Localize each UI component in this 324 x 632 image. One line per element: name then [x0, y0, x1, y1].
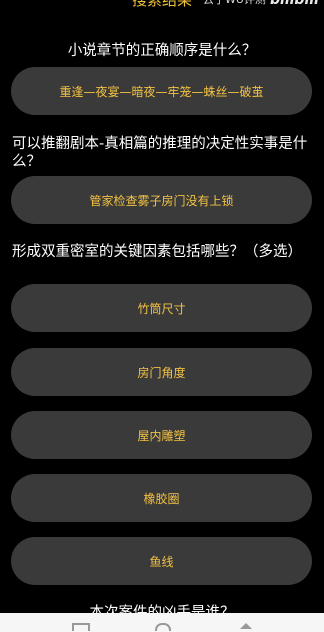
option-label: 鱼线 — [149, 554, 174, 569]
question-1-title: 小说章节的正确顺序是什么？ — [67, 43, 257, 59]
search-result-label: 搜索结果 — [132, 0, 193, 9]
option-label: 屋内雕塑 — [137, 428, 186, 443]
back-icon[interactable] — [240, 623, 252, 629]
option-label: 竹筒尺寸 — [137, 301, 186, 316]
top-header: 搜索结果 云子WU评测 bilibili — [0, 0, 324, 10]
question-2-title: 可以推翻剧本-真相篇的推理的决定性实事是什么？ — [12, 136, 308, 170]
answer-option-bamboo-size[interactable]: 竹筒尺寸 — [11, 284, 312, 332]
option-label: 重逢—夜宴—暗夜—牢笼—蛛丝—破茧 — [59, 84, 264, 99]
answer-option-door-angle[interactable]: 房门角度 — [11, 348, 312, 396]
option-label: 房门角度 — [137, 365, 186, 380]
answer-option-rubber-ring[interactable]: 橡胶圈 — [11, 474, 312, 522]
question-4-title: 本次案件的凶手是谁？ — [89, 605, 235, 613]
option-label: 橡胶圈 — [143, 491, 180, 506]
next-question-partial: 本次案件的凶手是谁？ — [0, 598, 324, 613]
watermark-text: 云子WU评测 — [203, 0, 266, 8]
question-3-title: 形成双重密室的关键因素包括哪些？（多选） — [12, 244, 302, 260]
answer-option-fishing-line[interactable]: 鱼线 — [11, 537, 312, 585]
option-label: 管家检查雾子房门没有上锁 — [89, 193, 234, 208]
home-icon[interactable] — [72, 623, 90, 631]
bilibili-logo: bilibili — [270, 0, 319, 8]
system-nav-bar — [0, 613, 324, 632]
answer-option-indoor-sculpture[interactable]: 屋内雕塑 — [11, 411, 312, 459]
answer-option-unlocked-door[interactable]: 管家检查雾子房门没有上锁 — [11, 176, 312, 224]
answer-option-chapter-order[interactable]: 重逢—夜宴—暗夜—牢笼—蛛丝—破茧 — [11, 67, 312, 115]
circle-icon[interactable] — [155, 623, 171, 631]
